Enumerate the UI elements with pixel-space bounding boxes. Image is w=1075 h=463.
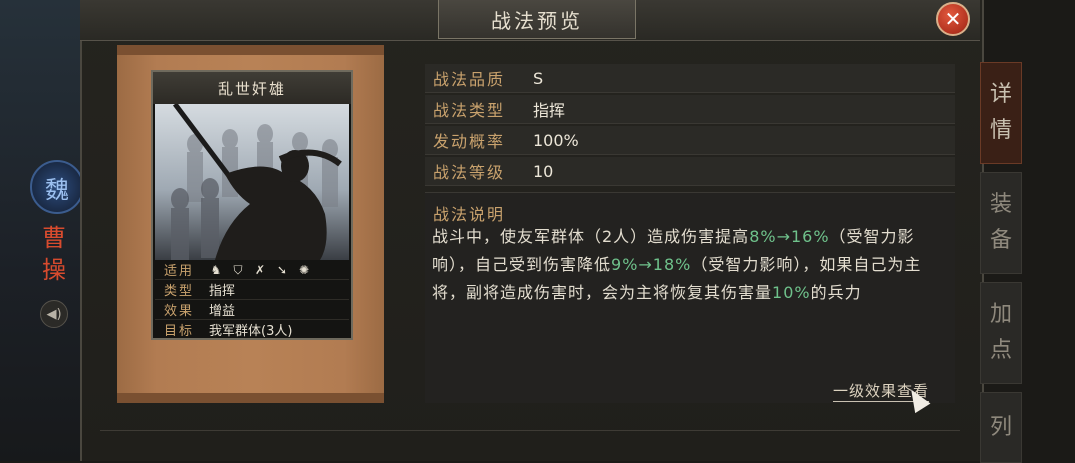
info-label: 效果 bbox=[163, 304, 194, 319]
card-title: 乱世奸雄 bbox=[153, 72, 351, 104]
info-label: 类型 bbox=[163, 284, 194, 299]
tab-label: 加 bbox=[989, 302, 1012, 327]
stat-row-quality: 战法品质 S bbox=[425, 64, 955, 93]
tab-list[interactable]: 列 bbox=[980, 392, 1022, 463]
stat-label: 战法类型 bbox=[433, 101, 506, 120]
tab-label: 情 bbox=[989, 118, 1012, 143]
info-value: 指挥 bbox=[209, 284, 236, 299]
info-row-applicable: 适用 ♞ ⛉ ✗ ➘ ✺ bbox=[155, 260, 349, 280]
unit-icons: ♞ ⛉ ✗ ➘ ✺ bbox=[203, 263, 311, 277]
divider bbox=[100, 430, 960, 431]
cavalry-icon: ♞ bbox=[210, 262, 222, 277]
stat-label: 发动概率 bbox=[433, 132, 506, 151]
bow-icon: ✗ bbox=[254, 262, 266, 277]
tab-label: 点 bbox=[989, 338, 1012, 363]
spear-icon: ➘ bbox=[276, 262, 288, 277]
stat-label: 战法等级 bbox=[433, 163, 506, 182]
dialog-title: 战法预览 bbox=[438, 0, 636, 39]
tab-label: 备 bbox=[989, 228, 1012, 253]
close-icon: ✕ bbox=[944, 7, 962, 31]
info-row-effect: 效果 增益 bbox=[155, 300, 349, 320]
skill-card: 乱世奸雄 适用 ♞ ⛉ ✗ ➘ ✺ 类型 指挥 效果 增益 目标 我军群体(3人… bbox=[151, 70, 353, 340]
stat-row-level: 战法等级 10 bbox=[425, 157, 955, 186]
close-button[interactable]: ✕ bbox=[936, 2, 970, 36]
description-box: 战法说明 战斗中，使友军群体（2人）造成伤害提高8%→16%（受智力影响），自己… bbox=[425, 192, 955, 403]
tab-details[interactable]: 详 情 bbox=[980, 62, 1022, 164]
tab-label: 详 bbox=[989, 82, 1012, 107]
card-info: 适用 ♞ ⛉ ✗ ➘ ✺ 类型 指挥 效果 增益 目标 我军群体(3人) bbox=[155, 260, 349, 339]
stat-value: S bbox=[533, 68, 544, 88]
description-segment: 战斗中，使友军群体（2人）造成伤害提高 bbox=[432, 227, 750, 246]
description-text: 战斗中，使友军群体（2人）造成伤害提高8%→16%（受智力影响），自己受到伤害降… bbox=[432, 223, 952, 307]
description-title: 战法说明 bbox=[433, 205, 506, 224]
stat-row-type: 战法类型 指挥 bbox=[425, 95, 955, 124]
info-row-target: 目标 我军群体(3人) bbox=[155, 320, 349, 339]
tab-points[interactable]: 加 点 bbox=[980, 282, 1022, 384]
card-artwork bbox=[155, 104, 349, 260]
warrior-illustration bbox=[171, 104, 342, 260]
stat-row-probability: 发动概率 100% bbox=[425, 126, 955, 155]
hero-name-char: 曹 bbox=[42, 224, 66, 252]
info-label: 目标 bbox=[163, 324, 194, 339]
stat-value: 100% bbox=[533, 130, 579, 150]
stat-value: 10 bbox=[533, 161, 554, 181]
info-value: 我军群体(3人) bbox=[209, 324, 293, 339]
faction-badge: 魏 bbox=[30, 160, 84, 214]
speaker-icon[interactable]: ◀) bbox=[40, 300, 68, 328]
info-value: 增益 bbox=[209, 304, 236, 319]
description-highlight: 9%→18% bbox=[611, 255, 692, 274]
stat-value: 指挥 bbox=[533, 101, 566, 120]
stat-label: 战法品质 bbox=[433, 70, 506, 89]
info-row-type: 类型 指挥 bbox=[155, 280, 349, 300]
tab-label: 装 bbox=[989, 192, 1012, 217]
info-label: 适用 bbox=[163, 264, 194, 279]
tab-label: 列 bbox=[989, 414, 1012, 440]
description-segment: 的兵力 bbox=[810, 283, 862, 302]
description-highlight: 8%→16% bbox=[749, 227, 830, 246]
shield-icon: ⛉ bbox=[233, 262, 243, 277]
wheel-icon: ✺ bbox=[298, 262, 310, 277]
tab-equipment[interactable]: 装 备 bbox=[980, 172, 1022, 274]
hero-name-char: 操 bbox=[42, 256, 66, 284]
description-highlight: 10% bbox=[772, 283, 811, 302]
hero-name: 曹 操 bbox=[38, 222, 70, 286]
